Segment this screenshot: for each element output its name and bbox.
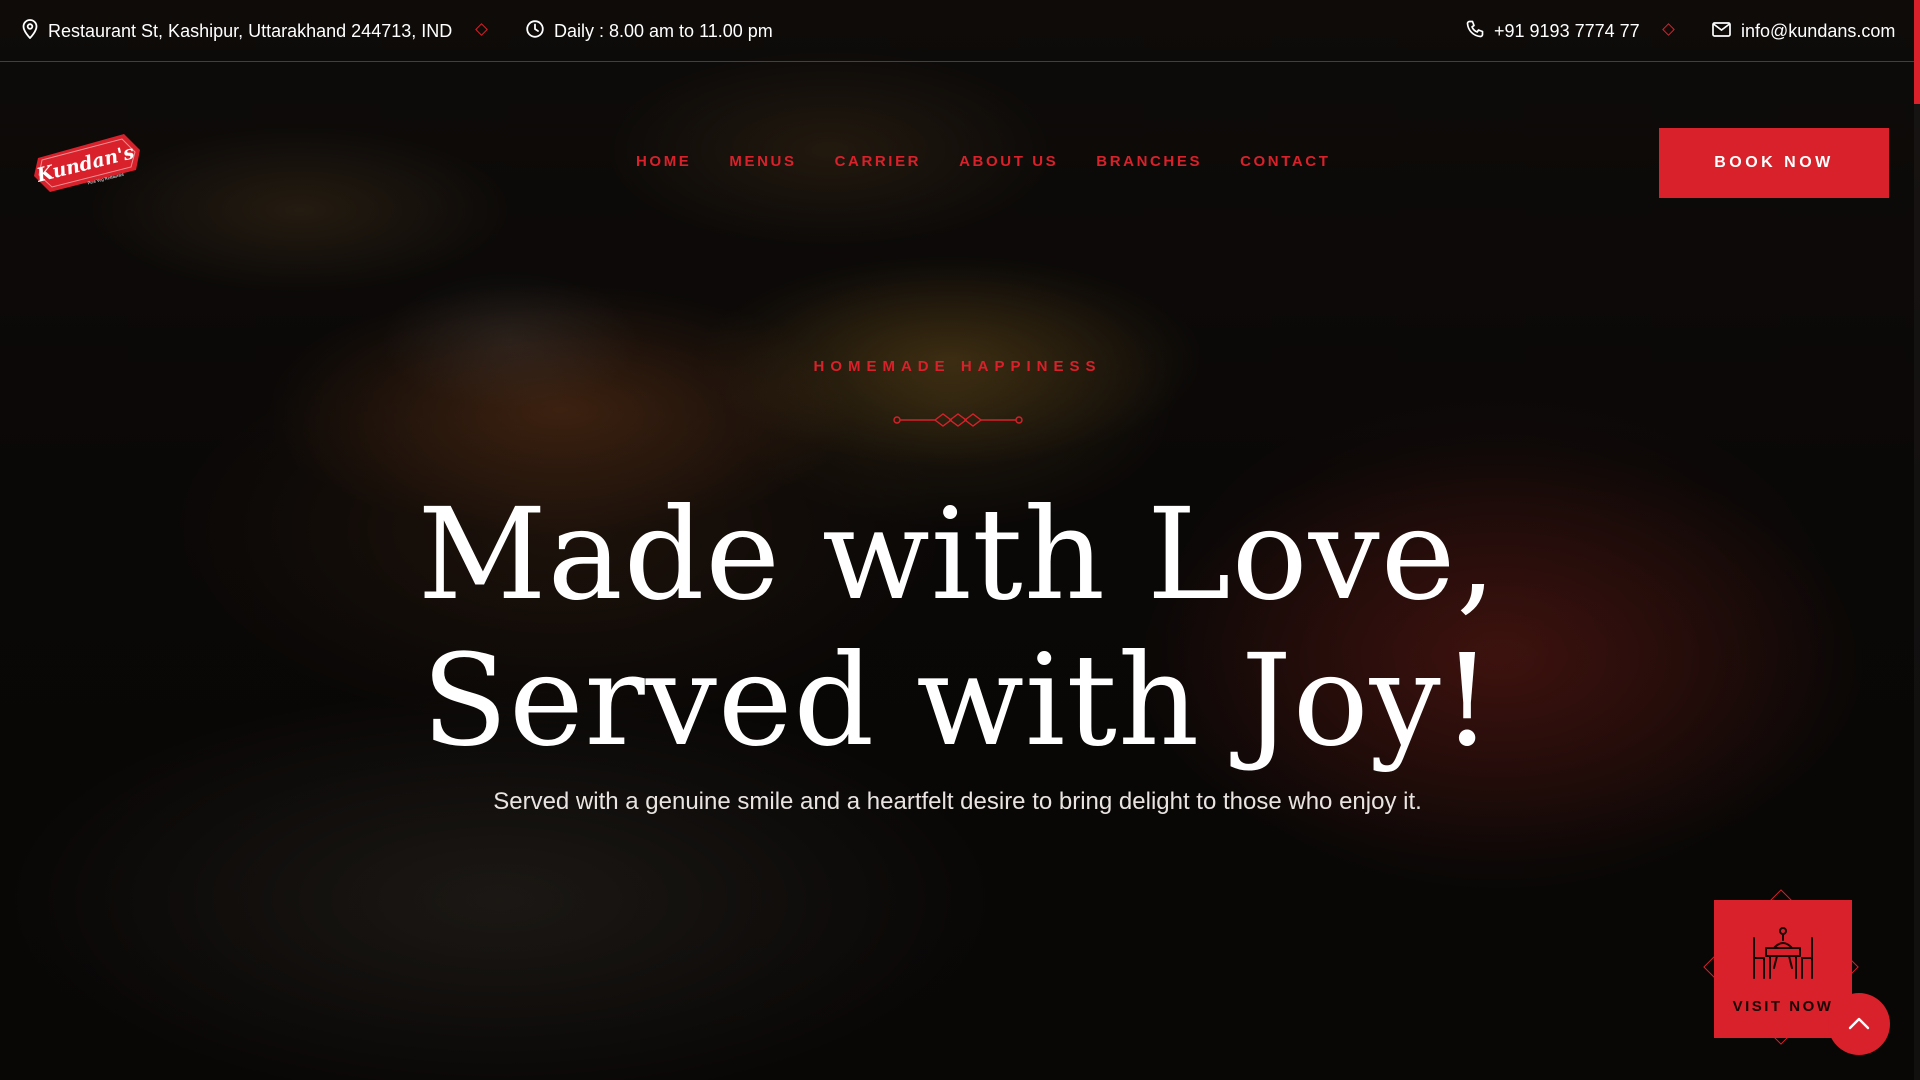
separator-diamond [475,23,488,36]
mail-icon [1712,21,1731,42]
chevron-up-icon [1848,1015,1870,1034]
nav-item-carrier[interactable]: CARRIER [835,150,922,174]
nav-item-home[interactable]: HOME [636,150,691,174]
headline-line-1: Made with Love, [417,481,1498,628]
nav-item-branches[interactable]: BRANCHES [1096,150,1202,174]
address-text: Restaurant St, Kashipur, Uttarakhand 244… [48,20,453,41]
email-text: info@kundans.com [1741,20,1896,41]
visit-now-label: VISIT NOW [1732,997,1834,1015]
clock-icon [526,19,544,43]
phone-icon [1466,20,1484,43]
address-item: Restaurant St, Kashipur, Uttarakhand 244… [22,0,452,62]
email-link[interactable]: info@kundans.com [1712,0,1895,62]
headline-line-2: Served with Joy! [421,627,1494,774]
map-pin-icon [22,18,38,44]
hours-text: Daily : 8.00 am to 11.00 pm [554,20,773,41]
book-now-button[interactable]: BOOK NOW [1659,128,1889,198]
hero-headline: Made with Love, Served with Joy! [0,482,1915,774]
hero-subtext: Served with a genuine smile and a heartf… [493,788,1422,815]
top-info-bar: Restaurant St, Kashipur, Uttarakhand 244… [0,0,1920,62]
scroll-progress-fill [1914,0,1920,104]
hours-item: Daily : 8.00 am to 11.00 pm [526,0,773,62]
phone-link[interactable]: +91 9193 7774 77 [1466,0,1640,62]
hero-eyebrow: HOMEMADE HAPPINESS [813,358,1102,375]
phone-text: +91 9193 7774 77 [1494,20,1640,41]
ornament-divider-icon [893,413,1023,427]
main-nav: HOME MENUS CARRIER ABOUT US BRANCHES CON… [636,150,1369,174]
nav-item-about-us[interactable]: ABOUT US [959,150,1058,174]
separator-diamond [1662,23,1675,36]
nav-item-menus[interactable]: MENUS [729,150,796,174]
nav-item-contact[interactable]: CONTACT [1240,150,1330,174]
page: Restaurant St, Kashipur, Uttarakhand 244… [0,0,1920,1080]
logo[interactable]: Kundan's Pure Veg Restaurant [32,130,144,194]
back-to-top-button[interactable] [1828,993,1890,1055]
dining-table-icon [1752,924,1814,986]
